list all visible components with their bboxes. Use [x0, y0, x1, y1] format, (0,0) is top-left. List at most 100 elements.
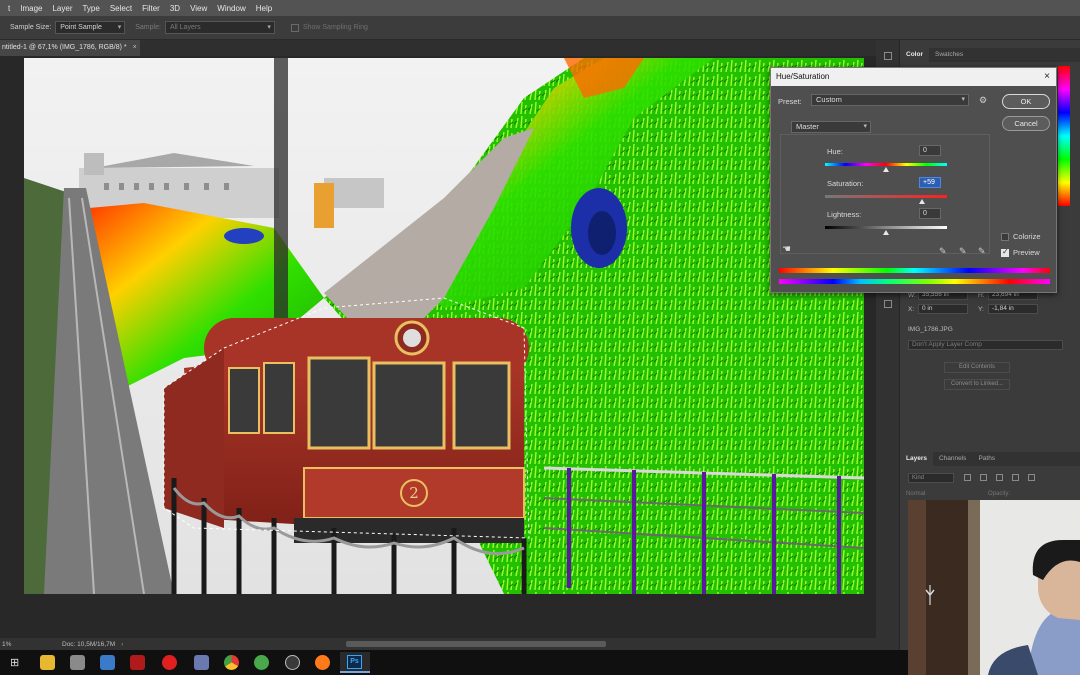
lightness-field[interactable]: 0: [919, 208, 941, 219]
tab-layers[interactable]: Layers: [900, 452, 933, 466]
preview-checkbox[interactable]: [1001, 247, 1009, 257]
convert-to-linked-button[interactable]: Convert to Linked...: [944, 379, 1010, 390]
dialog-title: Hue/Saturation: [776, 72, 830, 81]
eyedropper-icon[interactable]: ✎: [939, 246, 947, 257]
webcam-person-illustration: [908, 500, 1080, 675]
chrome-icon[interactable]: [224, 655, 239, 670]
app-icon[interactable]: [130, 655, 145, 670]
file-explorer-icon[interactable]: [40, 655, 55, 670]
y-field[interactable]: -1,84 in: [988, 304, 1038, 314]
app-icon[interactable]: [70, 655, 85, 670]
smart-object-file-name: IMG_1786.JPG: [908, 326, 953, 333]
adjustment-group: Master Hue: 0 Saturation: +59 Lightness:…: [780, 121, 990, 254]
x-label: X:: [908, 306, 915, 313]
saturation-slider-thumb[interactable]: [918, 199, 925, 204]
preset-label: Preset:: [778, 97, 802, 106]
y-label: Y:: [978, 306, 984, 313]
edit-contents-button[interactable]: Edit Contents: [944, 362, 1010, 373]
hue-field[interactable]: 0: [919, 145, 941, 156]
filter-smart-object-icon[interactable]: [1028, 474, 1035, 481]
menu-item-file[interactable]: t: [8, 4, 10, 13]
saturation-slider[interactable]: [825, 195, 947, 198]
filter-shape-icon[interactable]: [1012, 474, 1019, 481]
status-menu-arrow[interactable]: ›: [121, 641, 123, 648]
hue-slider[interactable]: [825, 163, 947, 166]
menu-item-3d[interactable]: 3D: [170, 4, 180, 13]
webcam-overlay: [908, 500, 1080, 675]
dialog-titlebar[interactable]: Hue/Saturation ×: [771, 68, 1056, 86]
firefox-icon[interactable]: [315, 655, 330, 670]
menu-item-help[interactable]: Help: [256, 4, 272, 13]
menu-item-window[interactable]: Window: [217, 4, 245, 13]
sample-size-select[interactable]: Point Sample: [55, 21, 126, 34]
tab-channels[interactable]: Channels: [933, 452, 972, 466]
lightness-slider-thumb[interactable]: [883, 230, 889, 235]
photoshop-taskbar-button[interactable]: Ps: [340, 652, 370, 673]
menu-item-type[interactable]: Type: [82, 4, 99, 13]
width-label: W:: [908, 292, 916, 299]
document-image[interactable]: 2: [24, 58, 864, 594]
app-icon[interactable]: [162, 655, 177, 670]
targeted-adjustment-hand-icon[interactable]: ☚: [782, 244, 791, 255]
tram-number: 2: [409, 484, 419, 502]
input-color-bar: [779, 268, 1050, 273]
app-icon[interactable]: [285, 655, 300, 670]
zoom-level[interactable]: 1%: [0, 641, 22, 648]
windows-taskbar: ⊞ Ps: [0, 650, 908, 675]
menu-item-image[interactable]: Image: [20, 4, 42, 13]
preset-options-gear-icon[interactable]: ⚙: [979, 95, 987, 106]
hue-saturation-dialog: Hue/Saturation × Preset: Custom ⚙ OK Can…: [770, 67, 1057, 293]
doc-size: Doc: 10,5M/16,7M: [62, 640, 116, 648]
menu-bar: t Image Layer Type Select Filter 3D View…: [0, 0, 1080, 16]
menu-item-filter[interactable]: Filter: [142, 4, 160, 13]
properties-panel: W: 35,556 in H: 23,694 in X: 0 in Y: -1,…: [900, 286, 1080, 446]
eyedropper-minus-icon[interactable]: ✎: [978, 246, 986, 257]
photoshop-icon: Ps: [347, 655, 362, 669]
menu-item-view[interactable]: View: [190, 4, 207, 13]
close-icon[interactable]: ×: [1044, 68, 1050, 86]
layer-comp-select[interactable]: Don't Apply Layer Comp: [908, 340, 1063, 350]
layers-filter-bar: Kind: [900, 470, 1080, 486]
app-icon[interactable]: [194, 655, 209, 670]
height-label: H:: [978, 292, 985, 299]
horizontal-scrollbar[interactable]: [346, 641, 606, 647]
menu-item-layer[interactable]: Layer: [52, 4, 72, 13]
blend-mode-select[interactable]: Normal: [906, 491, 925, 497]
app-icon[interactable]: [254, 655, 269, 670]
sample-select[interactable]: All Layers: [164, 21, 275, 34]
task-view-icon[interactable]: ⊞: [10, 656, 19, 669]
app-icon[interactable]: [100, 655, 115, 670]
close-icon[interactable]: ×: [133, 44, 137, 51]
canvas-area[interactable]: 2: [0, 56, 876, 640]
cancel-button[interactable]: Cancel: [1002, 116, 1050, 131]
show-sampling-ring-checkbox[interactable]: [290, 23, 299, 32]
document-tab-title: ntitled-1 @ 67,1% (IMG_1786, RGB/8) *: [2, 44, 127, 51]
channel-select[interactable]: Master: [791, 121, 871, 133]
tab-paths[interactable]: Paths: [972, 452, 1001, 466]
tab-color[interactable]: Color: [900, 48, 929, 62]
sample-label: Sample:: [135, 24, 161, 31]
saturation-field[interactable]: +59: [919, 177, 941, 188]
colorize-label: Colorize: [1013, 232, 1041, 241]
panel-icon[interactable]: [884, 300, 892, 308]
document-tab-bar: ntitled-1 @ 67,1% (IMG_1786, RGB/8) * ×: [0, 40, 876, 56]
colorize-checkbox[interactable]: [1001, 233, 1009, 241]
filter-type-icon[interactable]: [996, 474, 1003, 481]
menu-item-select[interactable]: Select: [110, 4, 132, 13]
document-tab[interactable]: ntitled-1 @ 67,1% (IMG_1786, RGB/8) * ×: [0, 40, 140, 56]
x-field[interactable]: 0 in: [918, 304, 968, 314]
filter-pixel-icon[interactable]: [964, 474, 971, 481]
ok-button[interactable]: OK: [1002, 94, 1050, 109]
hue-slider-thumb[interactable]: [883, 167, 889, 172]
color-panel-tabs: Color Swatches: [900, 48, 1080, 62]
layer-filter-kind[interactable]: Kind: [908, 473, 954, 483]
preset-select[interactable]: Custom: [811, 94, 969, 106]
color-spectrum-strip[interactable]: [1058, 66, 1070, 206]
hue-label: Hue:: [827, 147, 843, 156]
panel-icon[interactable]: [884, 52, 892, 60]
tab-swatches[interactable]: Swatches: [929, 48, 969, 62]
lightness-slider[interactable]: [825, 226, 947, 229]
status-bar: 1% Doc: 10,5M/16,7M ›: [0, 638, 876, 650]
eyedropper-plus-icon[interactable]: ✎: [959, 246, 967, 257]
filter-adjustment-icon[interactable]: [980, 474, 987, 481]
